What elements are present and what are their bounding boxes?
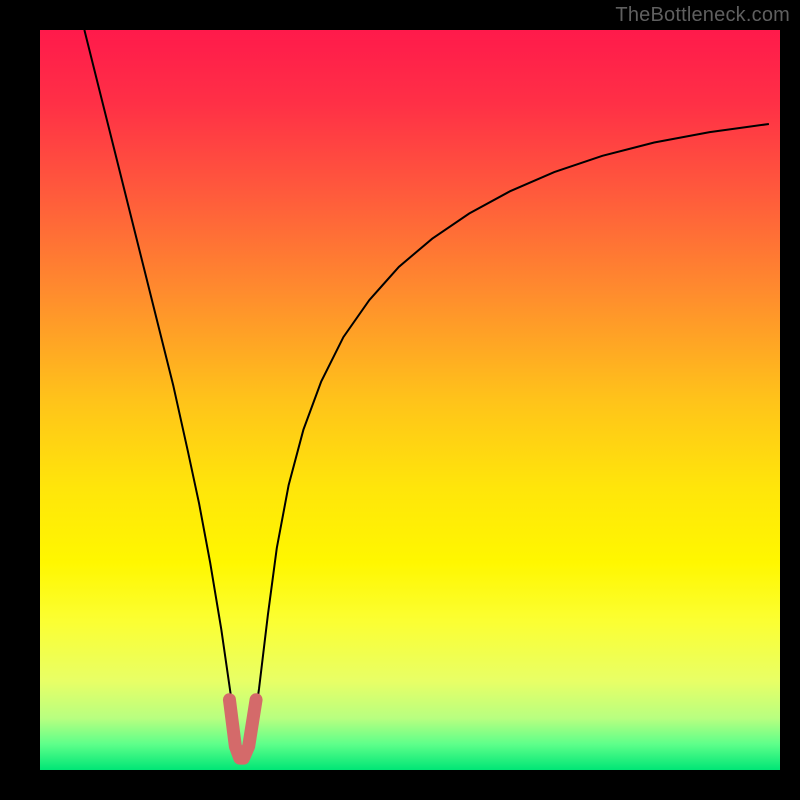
chart-svg — [40, 30, 780, 770]
gradient-background — [40, 30, 780, 770]
plot-area — [40, 30, 780, 770]
watermark-text: TheBottleneck.com — [615, 4, 790, 27]
chart-frame: TheBottleneck.com — [0, 0, 800, 800]
